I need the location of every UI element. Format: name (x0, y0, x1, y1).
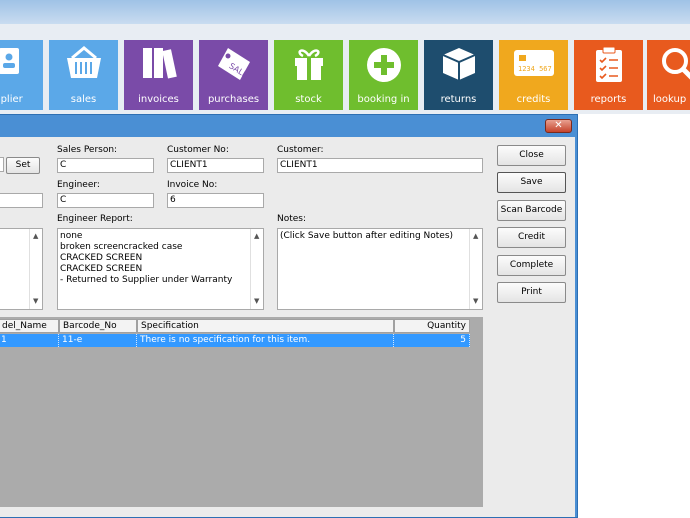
report-line: CRACKED SCREEN (60, 264, 143, 274)
items-grid[interactable]: del_Name Barcode_No Specification Quanti… (0, 317, 483, 507)
partial-field[interactable] (0, 157, 4, 172)
credit-button[interactable]: Credit (497, 227, 566, 248)
column-header-barcode[interactable]: Barcode_No (59, 319, 137, 333)
invoice-no-field[interactable]: 6 (167, 193, 264, 208)
plus-circle-icon (366, 48, 401, 82)
tile-label: sales (70, 94, 97, 105)
tile-label: lookup (653, 94, 687, 105)
report-line: CRACKED SCREEN (60, 253, 143, 263)
svg-text:1234 567: 1234 567 (518, 65, 552, 73)
memo-scrollbar[interactable]: ▲ ▼ (469, 229, 482, 309)
sales-person-label: Sales Person: (57, 145, 118, 155)
tile-label: pplier (0, 94, 23, 105)
customer-field[interactable]: CLIENT1 (277, 158, 483, 173)
supplier-icon (0, 48, 19, 74)
cell-model-name[interactable]: 1 (0, 334, 59, 347)
tile-label: reports (590, 94, 627, 105)
cell-quantity[interactable]: 5 (394, 334, 470, 347)
invoice-no-label: Invoice No: (167, 180, 218, 190)
gift-icon (294, 49, 323, 80)
engineer-field[interactable]: C (57, 193, 154, 208)
customer-no-label: Customer No: (167, 145, 229, 155)
set-button[interactable]: Set (6, 157, 40, 174)
box-icon (442, 48, 475, 80)
clipboard-icon (595, 46, 622, 82)
scroll-up-icon[interactable]: ▲ (33, 231, 38, 242)
tile-label: stock (295, 94, 322, 105)
cell-specification[interactable]: There is no specification for this item. (137, 334, 394, 347)
partial-field-2[interactable] (0, 193, 43, 208)
tile-stock[interactable]: stock (274, 40, 343, 110)
scroll-up-icon[interactable]: ▲ (254, 231, 259, 242)
save-button[interactable]: Save (497, 172, 566, 193)
column-header-model-name[interactable]: del_Name (0, 319, 59, 333)
notes-label: Notes: (277, 214, 307, 224)
basket-icon (66, 46, 101, 78)
memo-scrollbar[interactable]: ▲ ▼ (250, 229, 263, 309)
column-header-specification[interactable]: Specification (137, 319, 394, 333)
scroll-down-icon[interactable]: ▼ (254, 296, 259, 307)
customer-label: Customer: (277, 145, 324, 155)
window-close-button[interactable]: ✕ (545, 119, 572, 133)
tile-label: returns (440, 94, 477, 105)
tile-sales[interactable]: sales (49, 40, 118, 110)
scan-barcode-button[interactable]: Scan Barcode (497, 200, 566, 221)
report-line: none (60, 231, 83, 241)
module-toolbar: pplier sales invoices SALE purchases sto… (0, 24, 690, 114)
notes-text: (Click Save button after editing Notes) (280, 231, 454, 241)
cell-barcode[interactable]: 11-e (59, 334, 137, 347)
tile-label: invoices (138, 94, 179, 105)
tile-lookup[interactable]: lookup (647, 40, 690, 110)
title-bar (0, 0, 690, 24)
window-client-area: Set Sales Person: C Customer No: CLIENT1… (0, 137, 575, 517)
column-header-quantity[interactable]: Quantity (394, 319, 470, 333)
memo-scrollbar[interactable]: ▲ ▼ (29, 229, 42, 309)
binders-icon (142, 48, 177, 79)
tile-label: booking in (357, 94, 410, 105)
report-line: broken screencracked case (60, 242, 183, 252)
tile-returns[interactable]: returns (424, 40, 493, 110)
engineer-report-label: Engineer Report: (57, 214, 133, 224)
tile-credits[interactable]: 1234 567 credits (499, 40, 568, 110)
report-line: - Returned to Supplier under Warranty (60, 275, 233, 285)
tile-booking-in[interactable]: booking in (349, 40, 418, 110)
job-window: ✕ Set Sales Person: C Customer No: CLIEN… (0, 114, 578, 518)
tile-reports[interactable]: reports (574, 40, 643, 110)
engineer-label: Engineer: (57, 180, 100, 190)
close-button[interactable]: Close (497, 145, 566, 166)
sales-person-field[interactable]: C (57, 158, 154, 173)
tile-purchases[interactable]: SALE purchases (199, 40, 268, 110)
scroll-up-icon[interactable]: ▲ (473, 231, 478, 242)
tile-invoices[interactable]: invoices (124, 40, 193, 110)
engineer-report-memo[interactable]: none broken screencracked case CRACKED S… (57, 228, 264, 310)
customer-no-field[interactable]: CLIENT1 (167, 158, 264, 173)
scroll-down-icon[interactable]: ▼ (33, 296, 38, 307)
scroll-down-icon[interactable]: ▼ (473, 296, 478, 307)
credit-card-icon: 1234 567 (513, 50, 554, 76)
notes-memo[interactable]: (Click Save button after editing Notes) … (277, 228, 483, 310)
tile-supplier[interactable]: pplier (0, 40, 43, 110)
magnifier-icon (662, 48, 690, 80)
sale-tag-icon: SALE (217, 48, 250, 80)
partial-memo[interactable]: ▲ ▼ (0, 228, 43, 310)
print-button[interactable]: Print (497, 282, 566, 303)
complete-button[interactable]: Complete (497, 255, 566, 276)
tile-label: purchases (207, 94, 260, 105)
tile-label: credits (516, 94, 551, 105)
